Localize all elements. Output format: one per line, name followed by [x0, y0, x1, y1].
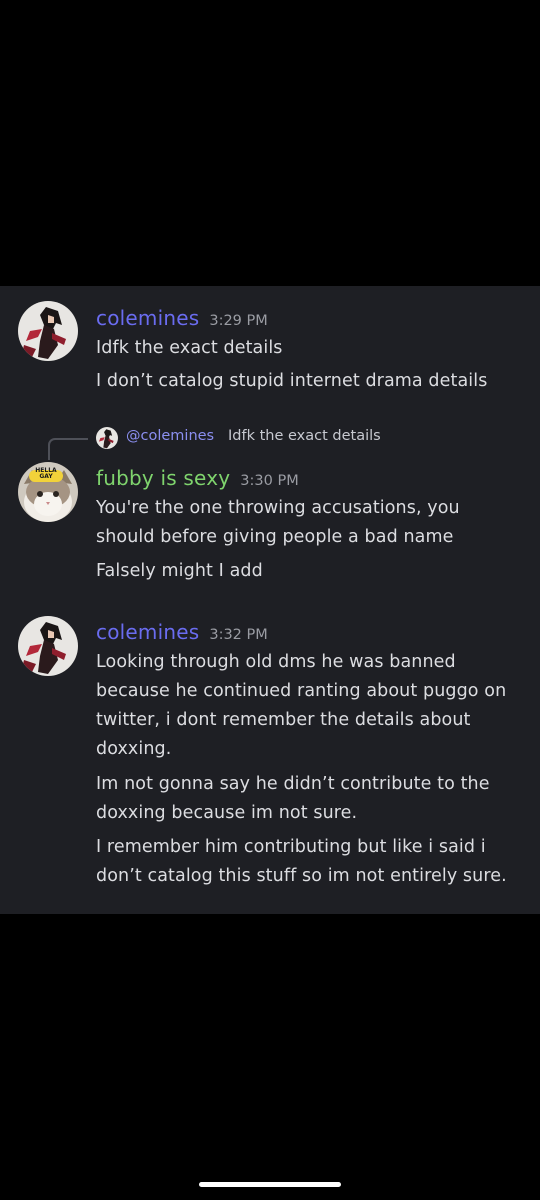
message-text[interactable]: because he continued ranting about puggo… [96, 681, 506, 701]
chat-message-list[interactable]: colemines 3:29 PM Idfk the exact details … [0, 286, 540, 914]
message-text[interactable]: twitter, i dont remember the details abo… [96, 710, 471, 730]
message-text[interactable]: doxxing. [96, 739, 171, 759]
message-header: colemines 3:29 PM [96, 306, 268, 330]
message-text[interactable]: You're the one throwing accusations, you [96, 498, 460, 518]
message-text[interactable]: Falsely might I add [96, 561, 263, 581]
message-header: colemines 3:32 PM [96, 620, 268, 644]
message-text[interactable]: don’t catalog this stuff so im not entir… [96, 866, 507, 886]
message-text[interactable]: Idfk the exact details [96, 338, 283, 358]
message-header: fubby is sexy 3:30 PM [96, 466, 299, 490]
username[interactable]: colemines [96, 306, 199, 330]
screen: colemines 3:29 PM Idfk the exact details … [0, 0, 540, 1200]
message-text[interactable]: Im not gonna say he didn’t contribute to… [96, 774, 490, 794]
message-text[interactable]: I don’t catalog stupid internet drama de… [96, 371, 487, 391]
reply-connector-line [48, 438, 88, 460]
message-text[interactable]: I remember him contributing but like i s… [96, 837, 486, 857]
home-indicator[interactable] [199, 1182, 341, 1187]
avatar-badge-text: HELLA GAY [35, 467, 57, 480]
timestamp: 3:30 PM [240, 473, 299, 489]
reply-preview-text[interactable]: Idfk the exact details [228, 428, 381, 444]
user-avatar[interactable] [18, 616, 78, 676]
timestamp: 3:32 PM [209, 627, 268, 643]
timestamp: 3:29 PM [209, 313, 268, 329]
anime-character-avatar-icon [18, 616, 78, 676]
user-avatar[interactable] [18, 301, 78, 361]
message-text[interactable]: doxxing because im not sure. [96, 803, 357, 823]
reply-mention[interactable]: @colemines [126, 428, 214, 444]
anime-character-avatar-icon [18, 301, 78, 361]
username[interactable]: fubby is sexy [96, 466, 230, 490]
message-text[interactable]: Looking through old dms he was banned [96, 652, 456, 672]
reply-avatar [96, 427, 118, 449]
anime-character-avatar-icon [96, 427, 118, 449]
username[interactable]: colemines [96, 620, 199, 644]
user-avatar[interactable]: HELLA GAY [18, 462, 78, 522]
message-text[interactable]: should before giving people a bad name [96, 527, 453, 547]
